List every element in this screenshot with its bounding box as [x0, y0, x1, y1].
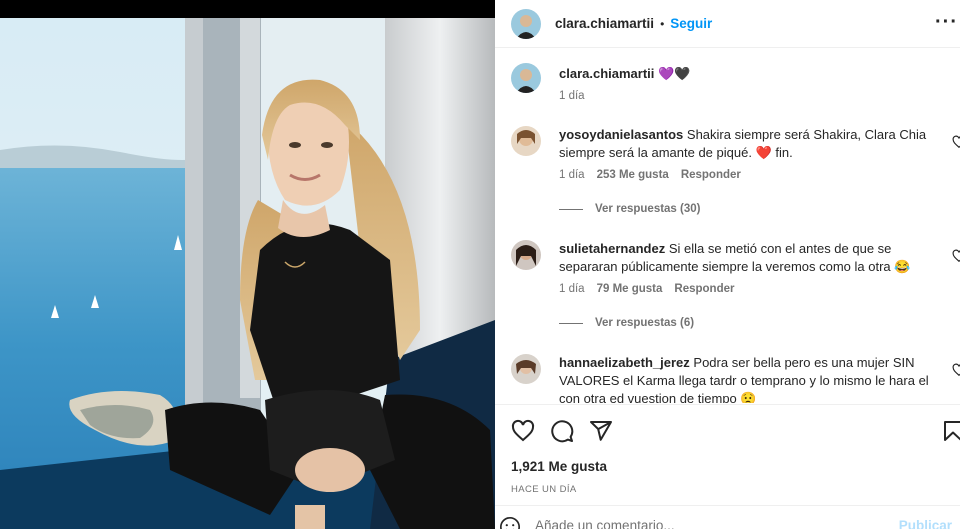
emoji-smiley-icon[interactable]	[499, 516, 521, 529]
comment-username[interactable]: yosoydanielasantos	[559, 127, 683, 142]
comment-age[interactable]: 1 día	[559, 283, 585, 295]
post-photo[interactable]	[0, 0, 495, 529]
caption: clara.chiamartii 💜🖤 1 día	[511, 63, 960, 113]
avatar[interactable]	[511, 63, 541, 93]
share-send-icon[interactable]	[589, 419, 613, 443]
comment-item: sulietahernandez Si ella se metió con el…	[511, 240, 960, 340]
comment-username[interactable]: hannaelizabeth_jerez	[559, 355, 690, 370]
comment-age[interactable]: 1 día	[559, 169, 585, 181]
more-icon[interactable]: ···	[935, 11, 958, 34]
avatar[interactable]	[511, 126, 541, 156]
comment-likes[interactable]: 253 Me gusta	[597, 169, 669, 181]
post-actions: 1,921 Me gusta HACE UN DÍA Añade un come…	[495, 404, 960, 529]
post-timestamp[interactable]: HACE UN DÍA	[511, 484, 577, 495]
comment-item: yosoydanielasantos Shakira siempre será …	[511, 126, 960, 226]
caption-age[interactable]: 1 día	[559, 90, 585, 102]
like-comment-icon[interactable]	[952, 135, 960, 149]
like-heart-icon[interactable]	[511, 419, 535, 443]
reply-button[interactable]: Responder	[674, 283, 734, 295]
caption-text: 💜🖤	[658, 66, 691, 81]
comment-likes[interactable]: 79 Me gusta	[597, 283, 663, 295]
divider	[559, 208, 583, 210]
comment-item: hannaelizabeth_jerez Podra ser bella per…	[511, 354, 960, 403]
portrait-photo	[0, 0, 495, 529]
avatar[interactable]	[511, 8, 541, 39]
like-comment-icon[interactable]	[952, 249, 960, 263]
post-likes-count[interactable]: 1,921 Me gusta	[511, 459, 607, 474]
save-bookmark-icon[interactable]	[941, 419, 960, 443]
divider	[559, 322, 583, 324]
reply-button[interactable]: Responder	[681, 169, 741, 181]
add-comment-bar: Añade un comentario... Publicar	[495, 505, 960, 529]
post-header: clara.chiamartii • Seguir ···	[495, 0, 960, 48]
comment-input[interactable]: Añade un comentario...	[535, 518, 675, 529]
comment-bubble-icon[interactable]	[550, 419, 574, 443]
author-username[interactable]: clara.chiamartii	[555, 16, 654, 31]
view-replies-label: Ver respuestas (30)	[595, 203, 701, 215]
avatar[interactable]	[511, 240, 541, 270]
follow-button[interactable]: Seguir	[670, 16, 712, 31]
comments-list[interactable]: clara.chiamartii 💜🖤 1 día yosoydanielasa…	[495, 49, 960, 403]
avatar[interactable]	[511, 354, 541, 384]
comment-username[interactable]: sulietahernandez	[559, 241, 665, 256]
post-side-panel: clara.chiamartii • Seguir ··· clara.chia…	[495, 0, 960, 529]
caption-username[interactable]: clara.chiamartii	[559, 66, 654, 81]
like-comment-icon[interactable]	[952, 363, 960, 377]
view-replies-button[interactable]: Ver respuestas (6)	[559, 317, 694, 329]
publish-button[interactable]: Publicar	[899, 518, 952, 529]
view-replies-button[interactable]: Ver respuestas (30)	[559, 203, 700, 215]
view-replies-label: Ver respuestas (6)	[595, 317, 695, 329]
separator-dot: •	[660, 16, 665, 31]
